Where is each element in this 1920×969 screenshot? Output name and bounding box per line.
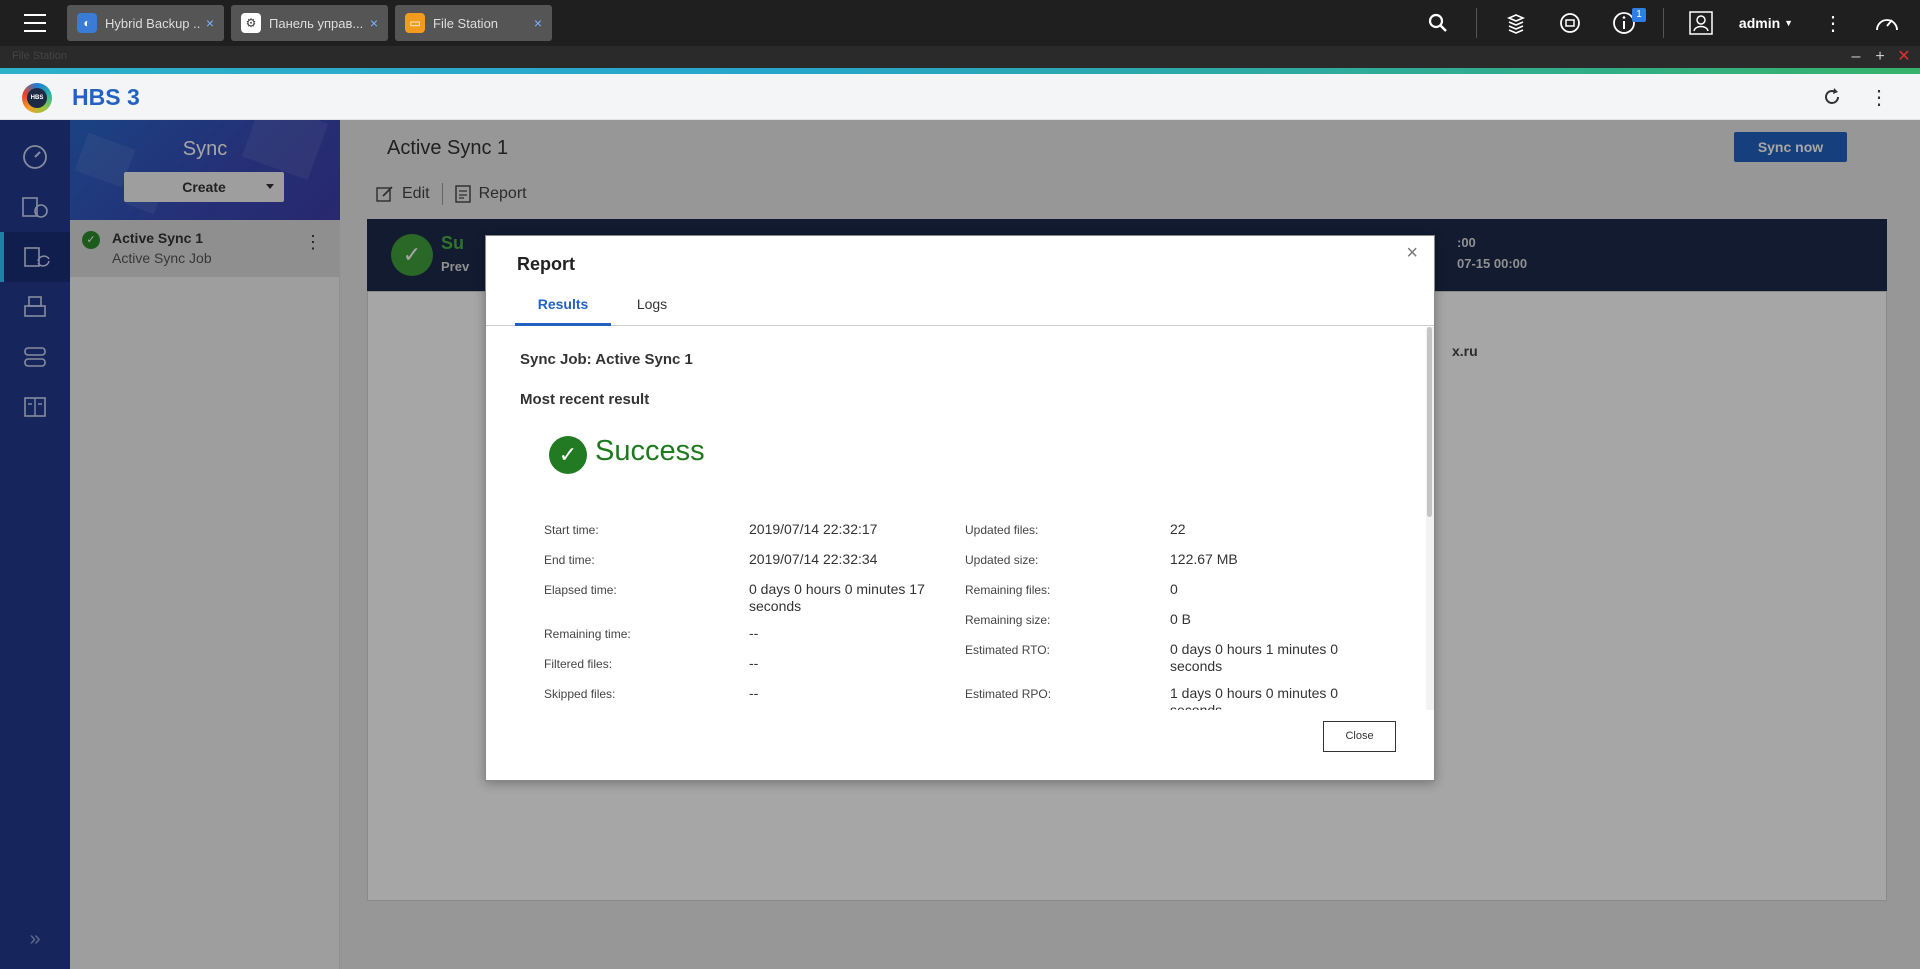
- tab-file-station[interactable]: ▭ File Station ×: [395, 5, 552, 41]
- end-time-value: 2019/07/14 22:32:34: [749, 551, 878, 567]
- maximize-icon[interactable]: +: [1870, 47, 1890, 67]
- estimated-rto-label: Estimated RTO:: [965, 643, 1050, 657]
- close-icon[interactable]: ×: [1406, 242, 1418, 265]
- recent-result-heading: Most recent result: [520, 391, 650, 408]
- hamburger-icon: [24, 22, 46, 24]
- background-task-icon[interactable]: [1556, 0, 1584, 46]
- divider: [1663, 8, 1664, 38]
- updated-files-value: 22: [1170, 521, 1186, 537]
- sync-job-line: Sync Job: Active Sync 1: [520, 351, 693, 368]
- remaining-files-value: 0: [1170, 581, 1178, 597]
- estimated-rpo-value: 1 days 0 hours 0 minutes 0 seconds: [1170, 685, 1339, 710]
- dialog-body: Sync Job: Active Sync 1 Most recent resu…: [486, 327, 1434, 710]
- user-icon[interactable]: [1688, 0, 1714, 46]
- start-time-value: 2019/07/14 22:32:17: [749, 521, 878, 537]
- success-check-icon: ✓: [549, 436, 587, 474]
- updated-size-label: Updated size:: [965, 553, 1039, 567]
- caret-down-icon: ▼: [1784, 18, 1794, 28]
- updated-files-label: Updated files:: [965, 523, 1039, 537]
- close-icon[interactable]: ×: [534, 15, 542, 31]
- skipped-files-value: --: [749, 685, 759, 701]
- username: admin: [1738, 15, 1781, 31]
- minimize-icon[interactable]: –: [1846, 47, 1866, 67]
- app-header: HBS 3 ⋮: [0, 74, 1920, 120]
- search-icon[interactable]: [1424, 0, 1452, 46]
- start-time-label: Start time:: [544, 523, 599, 537]
- result-status: Success: [595, 435, 705, 467]
- divider: [1476, 8, 1477, 38]
- estimated-rpo-label: Estimated RPO:: [965, 687, 1052, 701]
- updated-size-value: 122.67 MB: [1170, 551, 1238, 567]
- close-icon[interactable]: ×: [370, 15, 378, 31]
- elapsed-time-label: Elapsed time:: [544, 583, 617, 597]
- more-vertical-icon[interactable]: ⋮: [1866, 84, 1892, 110]
- tab-hybrid-backup[interactable]: ◐ Hybrid Backup ... ×: [67, 5, 224, 41]
- report-dialog: Report × Results Logs Sync Job: Active S…: [485, 235, 1435, 781]
- app-title: HBS 3: [72, 84, 140, 110]
- user-menu[interactable]: admin ▼: [1736, 0, 1796, 46]
- notification-badge: 1: [1632, 8, 1646, 22]
- hbs-logo: [22, 83, 52, 113]
- remaining-time-value: --: [749, 625, 759, 641]
- dashboard-gauge-icon[interactable]: [1872, 0, 1902, 46]
- tab-control-panel[interactable]: ⚙ Панель управ... ×: [231, 5, 388, 41]
- gear-icon: ⚙: [241, 13, 261, 33]
- dialog-tabs: Results Logs: [486, 284, 1434, 326]
- scrollbar[interactable]: [1426, 327, 1434, 710]
- dialog-title: Report: [517, 254, 575, 274]
- scrollbar-thumb[interactable]: [1427, 327, 1432, 517]
- refresh-icon[interactable]: [1819, 84, 1845, 110]
- tab-results[interactable]: Results: [515, 284, 611, 326]
- estimated-rto-value: 0 days 0 hours 1 minutes 0 seconds: [1170, 641, 1339, 674]
- window-title: File Station: [12, 50, 68, 62]
- filtered-files-label: Filtered files:: [544, 657, 613, 671]
- tab-logs[interactable]: Logs: [622, 284, 682, 326]
- filtered-files-value: --: [749, 655, 759, 671]
- remaining-size-label: Remaining size:: [965, 613, 1051, 627]
- main-menu-button[interactable]: [0, 0, 70, 46]
- close-button[interactable]: Close: [1323, 721, 1396, 752]
- remaining-size-value: 0 B: [1170, 611, 1192, 627]
- stack-icon[interactable]: [1502, 0, 1530, 46]
- more-vertical-icon[interactable]: ⋮: [1820, 0, 1846, 46]
- remaining-files-label: Remaining files:: [965, 583, 1051, 597]
- skipped-files-label: Skipped files:: [544, 687, 616, 701]
- folder-icon: ▭: [405, 13, 425, 33]
- close-icon[interactable]: ×: [206, 15, 214, 31]
- close-window-icon[interactable]: ✕: [1894, 47, 1914, 67]
- end-time-label: End time:: [544, 553, 595, 567]
- elapsed-time-value: 0 days 0 hours 0 minutes 17 seconds: [749, 581, 925, 614]
- window-titlebar: File Station – + ✕: [0, 46, 1920, 68]
- info-icon[interactable]: [1610, 0, 1638, 46]
- remaining-time-label: Remaining time:: [544, 627, 631, 641]
- taskbar: ◐ Hybrid Backup ... × ⚙ Панель управ... …: [0, 0, 1920, 46]
- hbs-app-icon: ◐: [77, 13, 97, 33]
